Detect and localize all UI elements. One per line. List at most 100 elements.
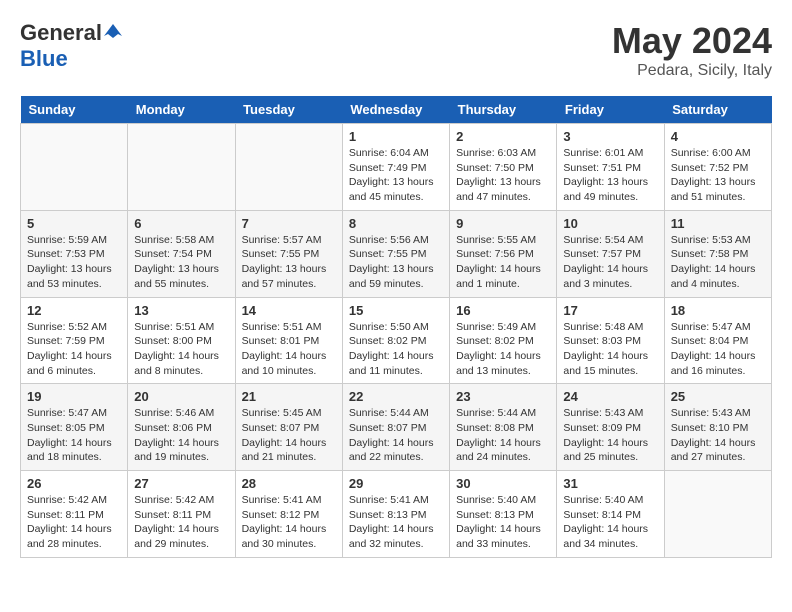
day-info: Sunrise: 5:43 AMSunset: 8:09 PMDaylight:… <box>563 406 657 465</box>
day-info: Sunrise: 5:57 AMSunset: 7:55 PMDaylight:… <box>242 233 336 292</box>
day-info: Sunrise: 6:01 AMSunset: 7:51 PMDaylight:… <box>563 146 657 205</box>
calendar-cell: 1Sunrise: 6:04 AMSunset: 7:49 PMDaylight… <box>342 124 449 211</box>
calendar-cell: 17 Sunrise: 5:48 AMSunset: 8:03 PMDayligh… <box>557 297 664 384</box>
calendar-cell: 8Sunrise: 5:56 AMSunset: 7:55 PMDaylight… <box>342 210 449 297</box>
calendar-cell: 6 Sunrise: 5:58 AMSunset: 7:54 PMDaylight… <box>128 210 235 297</box>
day-number: 15 <box>349 303 443 318</box>
day-info: Sunrise: 5:46 AMSunset: 8:06 PMDaylight:… <box>134 406 228 465</box>
calendar-subtitle: Pedara, Sicily, Italy <box>612 62 772 80</box>
calendar-cell: 7 Sunrise: 5:57 AMSunset: 7:55 PMDaylight… <box>235 210 342 297</box>
logo-general-text: General <box>20 20 102 46</box>
day-number: 29 <box>349 476 443 491</box>
day-info: Sunrise: 5:42 AMSunset: 8:11 PMDaylight:… <box>27 493 121 552</box>
day-info: Sunrise: 5:43 AMSunset: 8:10 PMDaylight:… <box>671 406 765 465</box>
weekday-header-thursday: Thursday <box>450 96 557 124</box>
day-info: Sunrise: 5:40 AMSunset: 8:13 PMDaylight:… <box>456 493 550 552</box>
calendar-cell: 16Sunrise: 5:49 AMSunset: 8:02 PMDayligh… <box>450 297 557 384</box>
day-number: 11 <box>671 216 765 231</box>
day-number: 4 <box>671 129 765 144</box>
day-info: Sunrise: 5:53 AMSunset: 7:58 PMDaylight:… <box>671 233 765 292</box>
calendar-cell: 5 Sunrise: 5:59 AMSunset: 7:53 PMDaylight… <box>21 210 128 297</box>
day-info: Sunrise: 6:04 AMSunset: 7:49 PMDaylight:… <box>349 146 443 205</box>
calendar-cell: 14Sunrise: 5:51 AMSunset: 8:01 PMDayligh… <box>235 297 342 384</box>
calendar-week-1: 1Sunrise: 6:04 AMSunset: 7:49 PMDaylight… <box>21 124 772 211</box>
calendar-cell: 22 Sunrise: 5:44 AMSunset: 8:07 PMDayligh… <box>342 384 449 471</box>
day-info: Sunrise: 5:55 AMSunset: 7:56 PMDaylight:… <box>456 233 550 292</box>
calendar-cell: 29 Sunrise: 5:41 AMSunset: 8:13 PMDayligh… <box>342 471 449 558</box>
calendar-cell: 3 Sunrise: 6:01 AMSunset: 7:51 PMDaylight… <box>557 124 664 211</box>
calendar-cell: 18 Sunrise: 5:47 AMSunset: 8:04 PMDayligh… <box>664 297 771 384</box>
calendar-cell: 31 Sunrise: 5:40 AMSunset: 8:14 PMDayligh… <box>557 471 664 558</box>
day-info: Sunrise: 5:47 AMSunset: 8:05 PMDaylight:… <box>27 406 121 465</box>
calendar-cell: 20Sunrise: 5:46 AMSunset: 8:06 PMDayligh… <box>128 384 235 471</box>
calendar-cell: 28Sunrise: 5:41 AMSunset: 8:12 PMDayligh… <box>235 471 342 558</box>
day-info: Sunrise: 6:00 AMSunset: 7:52 PMDaylight:… <box>671 146 765 205</box>
day-number: 31 <box>563 476 657 491</box>
calendar-cell: 2 Sunrise: 6:03 AMSunset: 7:50 PMDaylight… <box>450 124 557 211</box>
calendar-cell: 23Sunrise: 5:44 AMSunset: 8:08 PMDayligh… <box>450 384 557 471</box>
calendar-cell: 10 Sunrise: 5:54 AMSunset: 7:57 PMDayligh… <box>557 210 664 297</box>
calendar-cell: 27 Sunrise: 5:42 AMSunset: 8:11 PMDayligh… <box>128 471 235 558</box>
calendar-cell: 9 Sunrise: 5:55 AMSunset: 7:56 PMDaylight… <box>450 210 557 297</box>
day-number: 19 <box>27 389 121 404</box>
weekday-header-sunday: Sunday <box>21 96 128 124</box>
day-number: 18 <box>671 303 765 318</box>
day-info: Sunrise: 5:47 AMSunset: 8:04 PMDaylight:… <box>671 320 765 379</box>
day-info: Sunrise: 5:41 AMSunset: 8:13 PMDaylight:… <box>349 493 443 552</box>
calendar-cell: 26 Sunrise: 5:42 AMSunset: 8:11 PMDayligh… <box>21 471 128 558</box>
calendar-week-3: 12Sunrise: 5:52 AMSunset: 7:59 PMDayligh… <box>21 297 772 384</box>
day-number: 10 <box>563 216 657 231</box>
calendar-cell <box>128 124 235 211</box>
day-info: Sunrise: 5:42 AMSunset: 8:11 PMDaylight:… <box>134 493 228 552</box>
day-number: 23 <box>456 389 550 404</box>
day-info: Sunrise: 5:51 AMSunset: 8:00 PMDaylight:… <box>134 320 228 379</box>
day-number: 12 <box>27 303 121 318</box>
calendar-week-2: 5 Sunrise: 5:59 AMSunset: 7:53 PMDaylight… <box>21 210 772 297</box>
day-number: 22 <box>349 389 443 404</box>
page-header: General Blue May 2024 Pedara, Sicily, It… <box>20 20 772 80</box>
day-info: Sunrise: 5:40 AMSunset: 8:14 PMDaylight:… <box>563 493 657 552</box>
day-number: 26 <box>27 476 121 491</box>
calendar-cell: 13 Sunrise: 5:51 AMSunset: 8:00 PMDayligh… <box>128 297 235 384</box>
title-block: May 2024 Pedara, Sicily, Italy <box>612 20 772 80</box>
day-number: 6 <box>134 216 228 231</box>
day-number: 5 <box>27 216 121 231</box>
day-number: 17 <box>563 303 657 318</box>
weekday-header-friday: Friday <box>557 96 664 124</box>
day-info: Sunrise: 5:44 AMSunset: 8:07 PMDaylight:… <box>349 406 443 465</box>
calendar-cell: 19 Sunrise: 5:47 AMSunset: 8:05 PMDayligh… <box>21 384 128 471</box>
logo: General Blue <box>20 20 122 72</box>
day-info: Sunrise: 5:48 AMSunset: 8:03 PMDaylight:… <box>563 320 657 379</box>
calendar-title: May 2024 <box>612 20 772 62</box>
weekday-header-saturday: Saturday <box>664 96 771 124</box>
calendar-cell: 12Sunrise: 5:52 AMSunset: 7:59 PMDayligh… <box>21 297 128 384</box>
day-info: Sunrise: 5:45 AMSunset: 8:07 PMDaylight:… <box>242 406 336 465</box>
day-info: Sunrise: 5:49 AMSunset: 8:02 PMDaylight:… <box>456 320 550 379</box>
weekday-header-monday: Monday <box>128 96 235 124</box>
calendar-cell: 21Sunrise: 5:45 AMSunset: 8:07 PMDayligh… <box>235 384 342 471</box>
weekday-header-row: SundayMondayTuesdayWednesdayThursdayFrid… <box>21 96 772 124</box>
logo-blue-text: Blue <box>20 46 68 71</box>
calendar-cell <box>21 124 128 211</box>
day-number: 25 <box>671 389 765 404</box>
day-number: 2 <box>456 129 550 144</box>
day-info: Sunrise: 5:50 AMSunset: 8:02 PMDaylight:… <box>349 320 443 379</box>
day-number: 30 <box>456 476 550 491</box>
day-info: Sunrise: 5:59 AMSunset: 7:53 PMDaylight:… <box>27 233 121 292</box>
calendar-table: SundayMondayTuesdayWednesdayThursdayFrid… <box>20 96 772 558</box>
day-info: Sunrise: 5:41 AMSunset: 8:12 PMDaylight:… <box>242 493 336 552</box>
day-info: Sunrise: 5:56 AMSunset: 7:55 PMDaylight:… <box>349 233 443 292</box>
calendar-cell: 24 Sunrise: 5:43 AMSunset: 8:09 PMDayligh… <box>557 384 664 471</box>
day-number: 24 <box>563 389 657 404</box>
day-number: 9 <box>456 216 550 231</box>
day-number: 27 <box>134 476 228 491</box>
day-info: Sunrise: 6:03 AMSunset: 7:50 PMDaylight:… <box>456 146 550 205</box>
calendar-cell: 4 Sunrise: 6:00 AMSunset: 7:52 PMDaylight… <box>664 124 771 211</box>
day-number: 3 <box>563 129 657 144</box>
day-number: 7 <box>242 216 336 231</box>
day-info: Sunrise: 5:58 AMSunset: 7:54 PMDaylight:… <box>134 233 228 292</box>
day-number: 13 <box>134 303 228 318</box>
calendar-cell: 15 Sunrise: 5:50 AMSunset: 8:02 PMDayligh… <box>342 297 449 384</box>
day-info: Sunrise: 5:54 AMSunset: 7:57 PMDaylight:… <box>563 233 657 292</box>
logo-bird-icon <box>104 22 122 40</box>
